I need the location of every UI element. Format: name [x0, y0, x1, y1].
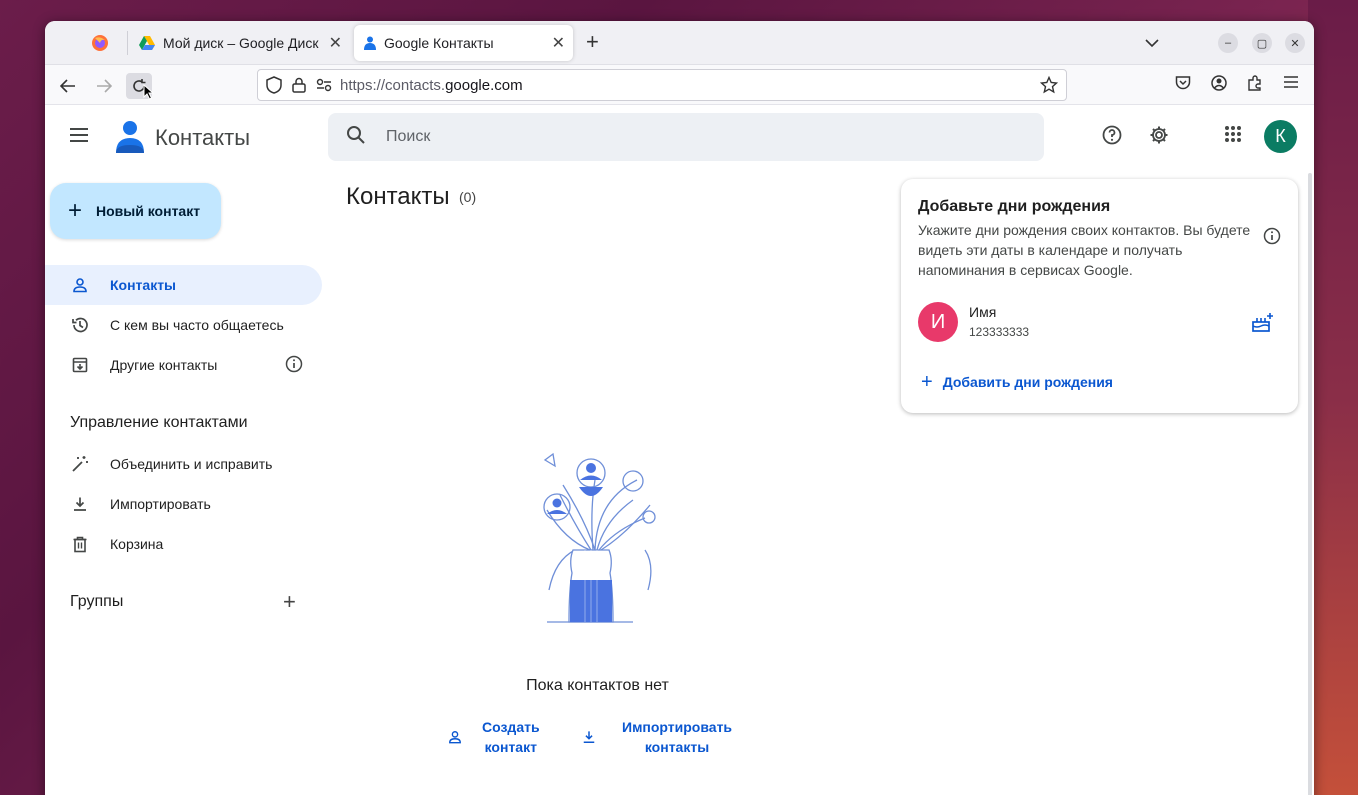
url-text: https://contacts.google.com [340, 76, 523, 94]
sidebar-item-label: Корзина [110, 536, 164, 552]
create-contact-button[interactable]: Создать контакт [448, 717, 540, 757]
download-icon [69, 496, 91, 512]
add-birthdays-button[interactable]: + Добавить дни рождения [921, 372, 1113, 392]
tab-separator [127, 31, 128, 55]
main-menu-icon[interactable] [69, 127, 89, 148]
sidebar-item-label: Другие контакты [110, 357, 218, 373]
plus-icon: + [921, 371, 933, 393]
firefox-view-tab[interactable] [75, 21, 125, 65]
contacts-app: Контакты К [45, 105, 1314, 795]
close-tab-icon[interactable]: ✕ [329, 33, 342, 53]
scrollbar[interactable] [1308, 173, 1312, 795]
contacts-logo-icon[interactable] [115, 119, 145, 160]
sidebar-item-label: Контакты [110, 277, 177, 293]
browser-window: Мой диск – Google Диск ✕ Google Контакты… [45, 21, 1314, 795]
magic-wand-icon [69, 455, 91, 473]
import-contacts-line1: Импортировать [622, 719, 733, 735]
permissions-icon[interactable] [316, 78, 332, 92]
new-contact-button[interactable]: + Новый контакт [50, 183, 221, 239]
tab-label: Мой диск – Google Диск [163, 35, 319, 51]
url-bar[interactable]: https://contacts.google.com [257, 69, 1067, 101]
settings-gear-icon[interactable] [1149, 125, 1169, 150]
import-contacts-button[interactable]: Импортировать контакты [582, 717, 732, 757]
person-icon [69, 277, 91, 293]
close-window-icon[interactable]: ✕ [1285, 33, 1305, 53]
sidebar-item-label: Импортировать [110, 496, 211, 512]
tab-google-drive[interactable]: Мой диск – Google Диск ✕ [135, 21, 350, 65]
hamburger-menu-icon[interactable] [1283, 75, 1299, 94]
maximize-icon[interactable]: ▢ [1252, 33, 1272, 53]
contact-avatar: И [918, 302, 958, 342]
person-icon [449, 731, 461, 744]
sidebar-item-merge-fix[interactable]: Объединить и исправить [45, 444, 322, 484]
app-title: Контакты [155, 125, 251, 150]
sidebar-item-import[interactable]: Импортировать [45, 484, 322, 524]
search-icon[interactable] [346, 125, 366, 150]
list-tabs-icon[interactable] [1145, 35, 1159, 53]
sidebar-item-contacts[interactable]: Контакты [45, 265, 322, 305]
sidebar-item-label: Объединить и исправить [110, 456, 273, 472]
close-tab-icon[interactable]: ✕ [552, 33, 565, 53]
trash-icon [69, 536, 91, 553]
firefox-icon [92, 35, 108, 51]
bookmark-star-icon[interactable] [1040, 76, 1058, 94]
account-icon[interactable] [1211, 75, 1227, 96]
tab-bar: Мой диск – Google Диск ✕ Google Контакты… [45, 21, 1314, 65]
pocket-icon[interactable] [1175, 75, 1191, 96]
search-input[interactable] [386, 128, 986, 146]
empty-vase-illustration [535, 440, 665, 635]
help-icon[interactable] [1102, 125, 1122, 150]
forward-icon[interactable] [91, 73, 117, 99]
create-contact-line2: контакт [484, 739, 537, 755]
info-icon[interactable] [1263, 227, 1281, 250]
tracking-protection-icon[interactable] [266, 76, 282, 94]
contacts-count: (0) [459, 189, 477, 205]
new-contact-label: Новый контакт [96, 203, 201, 219]
contact-name: Имя [969, 304, 997, 320]
page-title: Контакты [346, 183, 450, 210]
sidebar-item-frequent[interactable]: С кем вы часто общаетесь [45, 305, 322, 345]
import-contacts-line2: контакты [644, 739, 710, 755]
manage-contacts-heading: Управление контактами [70, 414, 248, 431]
minimize-icon[interactable]: – [1218, 33, 1238, 53]
desktop-background [1308, 0, 1358, 795]
apps-grid-icon[interactable] [1224, 125, 1242, 148]
back-icon[interactable] [55, 73, 81, 99]
sidebar-item-other-contacts[interactable]: Другие контакты [45, 345, 322, 385]
account-avatar[interactable]: К [1264, 120, 1297, 153]
history-icon [69, 316, 91, 334]
tab-google-contacts[interactable]: Google Контакты ✕ [354, 25, 573, 61]
birthday-card-title: Добавьте дни рождения [918, 198, 1111, 215]
create-contact-line1: Создать [482, 719, 540, 735]
empty-state-text: Пока контактов нет [526, 677, 669, 694]
lock-icon[interactable] [292, 77, 306, 93]
sidebar-item-trash[interactable]: Корзина [45, 524, 322, 564]
new-tab-icon[interactable]: + [586, 31, 599, 53]
contact-phone: 123333333 [969, 325, 1030, 339]
mouse-cursor-icon [142, 83, 156, 101]
contacts-icon [364, 36, 376, 50]
plus-icon: + [68, 197, 83, 224]
groups-heading: Группы [70, 593, 124, 610]
archive-download-icon [69, 357, 91, 373]
extensions-icon[interactable] [1247, 75, 1263, 96]
birthday-card-description: Укажите дни рождения своих контактов. Вы… [918, 222, 1251, 278]
app-header: Контакты К [45, 105, 1314, 169]
google-drive-icon [139, 36, 155, 50]
download-icon [583, 731, 595, 743]
search-bar[interactable] [328, 113, 1044, 161]
navigation-bar: https://contacts.google.com [45, 65, 1314, 105]
add-group-icon[interactable]: + [283, 589, 296, 615]
add-birthdays-label: Добавить дни рождения [942, 374, 1113, 390]
sidebar-item-label: С кем вы часто общаетесь [110, 317, 284, 333]
birthday-card: Добавьте дни рождения Укажите дни рожден… [901, 179, 1298, 413]
tab-label: Google Контакты [384, 35, 494, 51]
add-birthday-cake-icon[interactable] [1251, 312, 1273, 337]
info-icon[interactable] [285, 355, 303, 376]
